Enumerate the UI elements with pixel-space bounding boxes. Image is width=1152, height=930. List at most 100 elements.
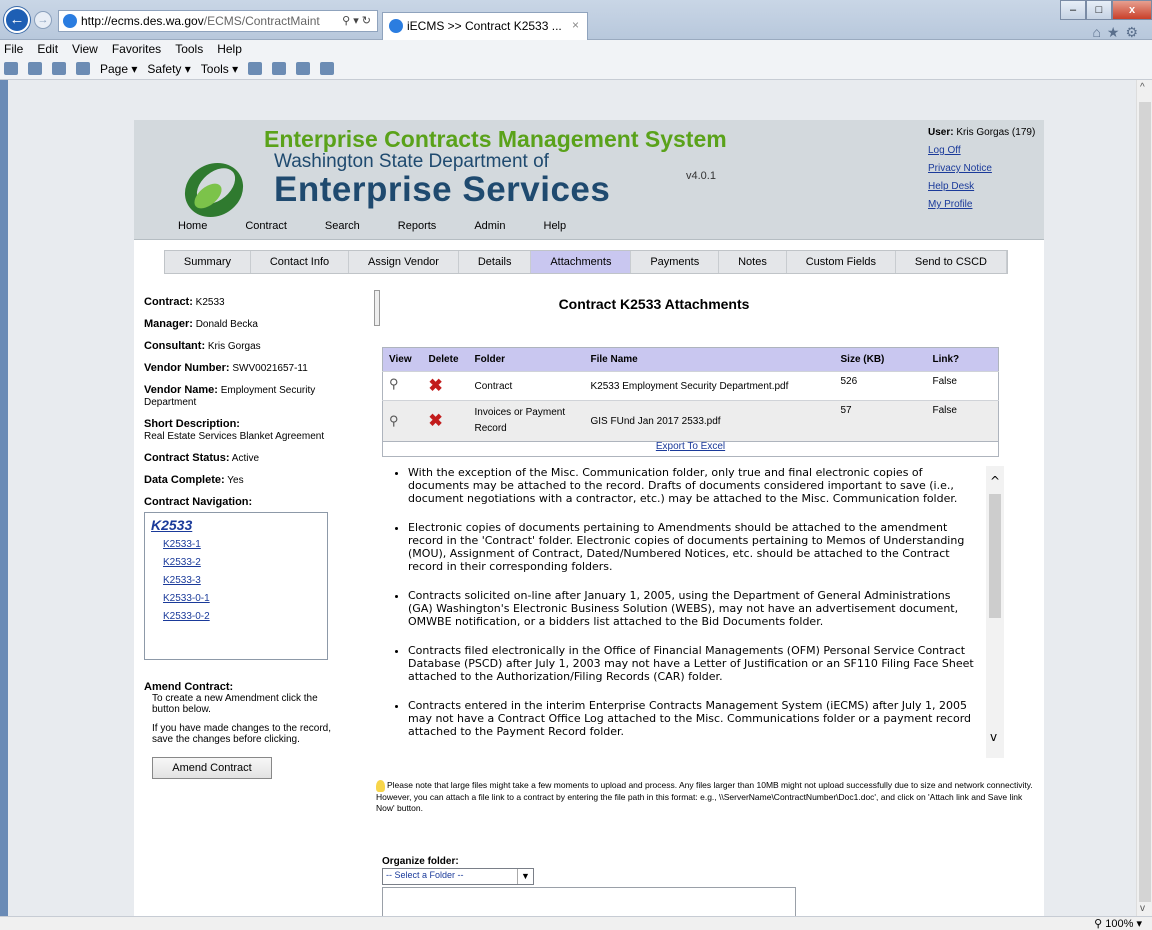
chevron-down-icon[interactable]: ▼: [517, 869, 533, 884]
tab-details[interactable]: Details: [459, 251, 532, 273]
tab-custom-fields[interactable]: Custom Fields: [787, 251, 896, 273]
lightbulb-icon: [376, 780, 385, 792]
forward-button[interactable]: →: [34, 11, 52, 29]
scroll-down-icon[interactable]: v: [990, 730, 997, 744]
system-title: Enterprise Contracts Management System: [264, 126, 727, 152]
magnifier-view-icon[interactable]: ⚲: [389, 413, 399, 429]
panel-splitter-handle[interactable]: [374, 290, 380, 326]
tab-send-to-cscd[interactable]: Send to CSCD: [896, 251, 1007, 273]
zoom-control[interactable]: ⚲ 100% ▾: [1094, 917, 1142, 930]
maximize-button[interactable]: □: [1086, 0, 1112, 20]
note-item: Contracts solicited on-line after Januar…: [408, 589, 974, 628]
nav-amendment-link[interactable]: K2533-0-1: [163, 593, 321, 604]
nav-search[interactable]: Search: [325, 220, 360, 232]
privacy-notice-link[interactable]: Privacy Notice: [928, 160, 1044, 178]
delete-x-icon[interactable]: ✖: [429, 411, 443, 431]
my-profile-link[interactable]: My Profile: [928, 196, 1044, 214]
menu-favorites[interactable]: Favorites: [112, 42, 161, 56]
menu-help[interactable]: Help: [217, 42, 242, 56]
attachments-table: View Delete Folder File Name Size (KB) L…: [382, 347, 999, 442]
magnifier-view-icon[interactable]: ⚲: [389, 376, 399, 392]
close-tab-icon[interactable]: ×: [572, 18, 579, 32]
research-icon[interactable]: [272, 62, 287, 75]
addon-icon[interactable]: [296, 62, 311, 75]
notes-scroll-thumb[interactable]: [989, 494, 1001, 618]
folder-cell: Invoices or Payment Record: [468, 400, 585, 442]
nav-amendment-link[interactable]: K2533-3: [163, 575, 321, 586]
tab-notes[interactable]: Notes: [719, 251, 787, 273]
label-short-description: Short Description:: [144, 418, 240, 430]
contract-navigation-tree: K2533 K2533-1 K2533-2 K2533-3 K2533-0-1 …: [144, 512, 328, 660]
address-bar[interactable]: http://ecms.des.wa.gov/ECMS/ContractMain…: [58, 10, 378, 32]
note-item: With the exception of the Misc. Communic…: [408, 466, 974, 505]
nav-admin[interactable]: Admin: [474, 220, 505, 232]
search-refresh-icon[interactable]: ⚲ ▾ ↻: [338, 14, 371, 27]
value-consultant: Kris Gorgas: [207, 341, 261, 352]
ie-tab-icon: [389, 19, 403, 33]
table-header-row: View Delete Folder File Name Size (KB) L…: [382, 347, 999, 372]
user-line: User: Kris Gorgas (179): [928, 124, 1044, 142]
tab-title: iECMS >> Contract K2533 ...: [407, 19, 562, 33]
onenote-icon[interactable]: [320, 62, 335, 75]
log-off-link[interactable]: Log Off: [928, 142, 1044, 160]
tab-summary[interactable]: Summary: [165, 251, 251, 273]
scroll-up-icon[interactable]: ^: [990, 474, 1000, 488]
folder-cell: Contract: [468, 371, 585, 401]
zoom-icon: ⚲: [1094, 918, 1103, 930]
mail-icon[interactable]: [52, 62, 66, 75]
menu-file[interactable]: File: [4, 42, 23, 56]
amend-contract-button[interactable]: Amend Contract: [152, 757, 272, 779]
tab-payments[interactable]: Payments: [631, 251, 720, 273]
export-to-excel-link[interactable]: Export To Excel: [656, 441, 725, 452]
org-line-2: Enterprise Services: [274, 170, 611, 209]
organize-folder-select[interactable]: -- Select a Folder -- ▼: [382, 868, 534, 885]
value-contract: K2533: [195, 297, 225, 308]
col-folder: Folder: [468, 347, 585, 372]
notes-scrollbar[interactable]: ^ v: [986, 466, 1004, 758]
note-item: Contracts entered in the interim Enterpr…: [408, 699, 974, 738]
field-manager: Manager: Donald Becka: [144, 318, 344, 331]
tools-menu[interactable]: Tools ▾: [201, 62, 238, 76]
col-delete: Delete: [422, 347, 469, 372]
nav-help[interactable]: Help: [544, 220, 567, 232]
tab-contact-info[interactable]: Contact Info: [251, 251, 350, 273]
nav-amendment-link[interactable]: K2533-2: [163, 557, 321, 568]
field-contract-status: Contract Status: Active: [144, 452, 344, 465]
nav-contract[interactable]: Contract: [245, 220, 287, 232]
status-bar: ⚲ 100% ▾: [0, 916, 1152, 930]
minimize-button[interactable]: –: [1060, 0, 1086, 20]
tab-attachments[interactable]: Attachments: [531, 251, 632, 273]
nav-amendment-link[interactable]: K2533-1: [163, 539, 321, 550]
help-desk-link[interactable]: Help Desk: [928, 178, 1044, 196]
scroll-up-icon[interactable]: ^: [1140, 82, 1145, 93]
nav-root-link[interactable]: K2533: [151, 517, 321, 533]
des-swoosh-logo-icon: [184, 162, 244, 218]
safety-menu[interactable]: Safety ▾: [147, 62, 190, 76]
nav-reports[interactable]: Reports: [398, 220, 437, 232]
nav-amendment-link[interactable]: K2533-0-2: [163, 611, 321, 622]
back-button[interactable]: ←: [4, 7, 30, 33]
value-contract-status: Active: [231, 453, 260, 464]
nav-home[interactable]: Home: [178, 220, 207, 232]
tab-assign-vendor[interactable]: Assign Vendor: [349, 251, 459, 273]
file-name-cell: GIS FUnd Jan 2017 2533.pdf: [584, 400, 835, 442]
print-icon[interactable]: [76, 62, 90, 75]
feeds-icon[interactable]: [28, 62, 42, 75]
zoom-value: 100%: [1105, 918, 1134, 930]
menu-bar: File Edit View Favorites Tools Help: [0, 40, 1152, 58]
attachment-notes-box: With the exception of the Misc. Communic…: [382, 466, 1004, 758]
col-view: View: [382, 347, 423, 372]
home-favorites-settings-icons[interactable]: ⌂★⚙: [1092, 24, 1144, 41]
scroll-down-icon[interactable]: v: [1140, 903, 1145, 914]
page-scroll-thumb[interactable]: [1139, 102, 1151, 902]
help-icon[interactable]: [248, 62, 263, 75]
page-scrollbar[interactable]: ^ v: [1136, 80, 1152, 916]
page-menu[interactable]: Page ▾: [100, 62, 137, 76]
menu-tools[interactable]: Tools: [175, 42, 203, 56]
browser-tab[interactable]: iECMS >> Contract K2533 ... ×: [382, 12, 588, 40]
menu-view[interactable]: View: [72, 42, 98, 56]
close-window-button[interactable]: x: [1112, 0, 1152, 20]
delete-x-icon[interactable]: ✖: [429, 376, 443, 396]
home-icon[interactable]: [4, 62, 18, 75]
menu-edit[interactable]: Edit: [37, 42, 58, 56]
